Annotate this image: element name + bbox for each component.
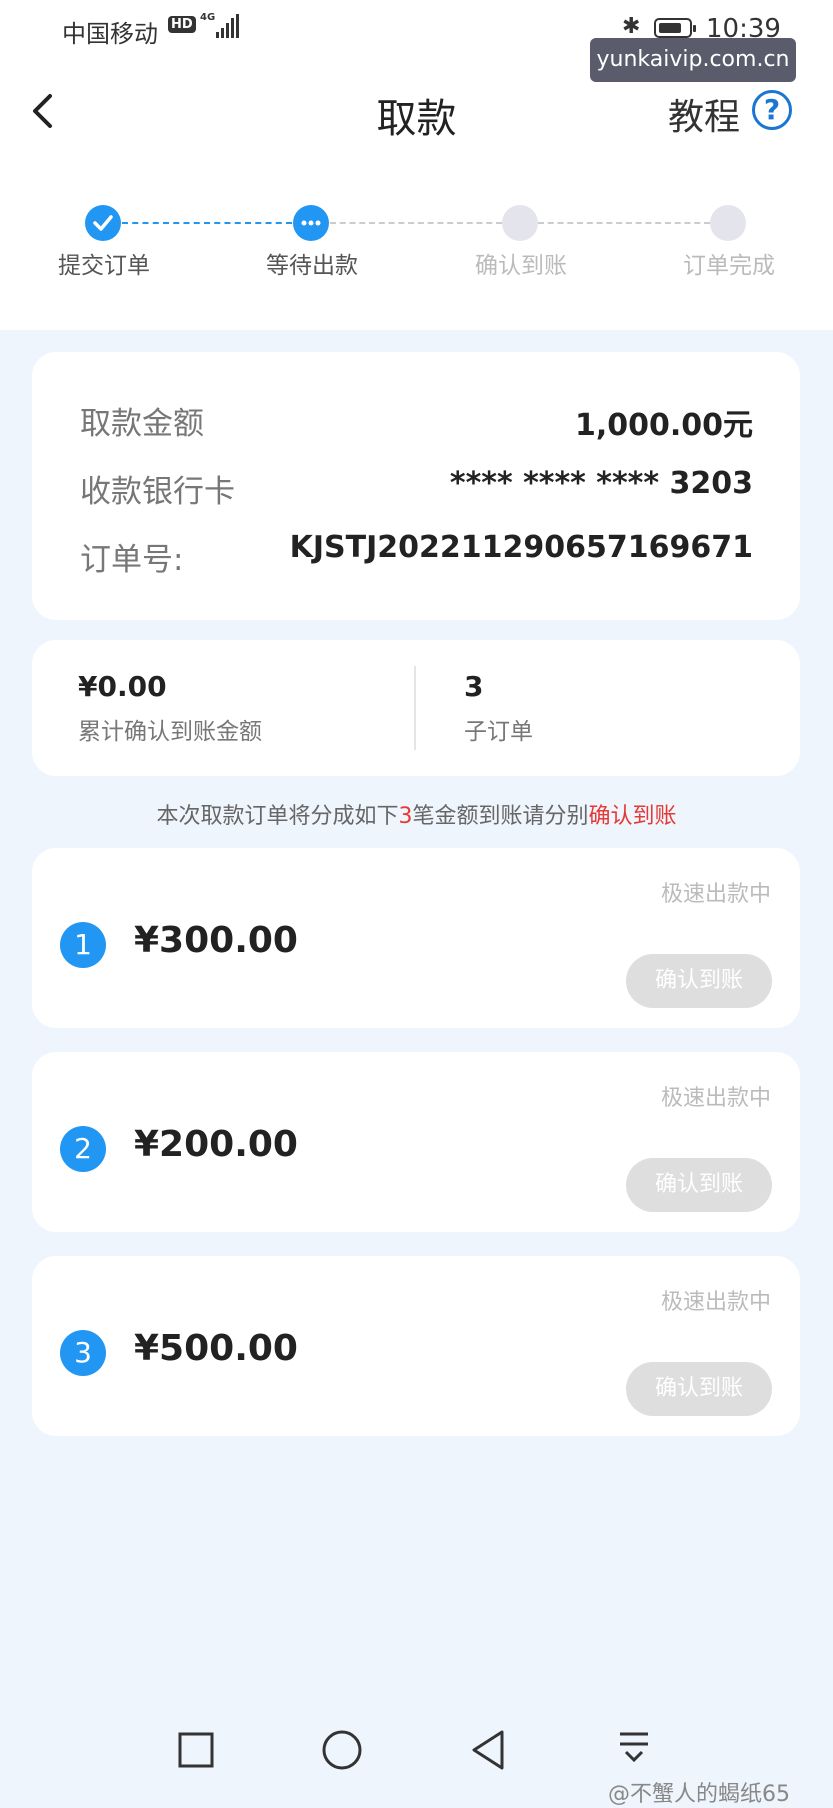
notice-text: 笔金额到账请分别 <box>412 804 589 829</box>
step-connector <box>122 222 292 224</box>
back-nav-icon[interactable] <box>468 1728 508 1772</box>
step-label: 等待出款 <box>266 253 358 279</box>
sub-order-number: 3 <box>60 1330 106 1376</box>
sub-order-count: 3 <box>464 670 484 703</box>
tutorial-link[interactable]: 教程 <box>668 88 740 140</box>
step-label: 确认到账 <box>475 253 567 279</box>
step-label: 提交订单 <box>58 253 150 279</box>
sub-order-label: 子订单 <box>464 719 533 745</box>
order-number-label: 订单号: <box>80 542 184 578</box>
confirmed-amount-label: 累计确认到账金额 <box>78 719 262 745</box>
signal-icon <box>216 14 240 38</box>
step-pending-icon <box>502 205 538 241</box>
step-label: 订单完成 <box>683 253 775 279</box>
notice-text: 本次取款订单将分成如下 <box>156 804 399 829</box>
sub-order-status: 极速出款中 <box>660 1290 771 1315</box>
carrier-name: 中国移动 <box>62 20 158 48</box>
hd-badge: HD <box>168 16 196 33</box>
bank-card-value: **** **** **** 3203 <box>449 466 753 501</box>
step-done-icon <box>85 205 121 241</box>
sub-order-status: 极速出款中 <box>660 882 771 907</box>
home-icon[interactable] <box>320 1728 364 1772</box>
summary-card <box>32 640 800 776</box>
help-icon[interactable]: ? <box>752 90 792 130</box>
split-notice: 本次取款订单将分成如下3笔金额到账请分别确认到账 <box>0 798 833 830</box>
confirm-receipt-button[interactable]: 确认到账 <box>626 1158 772 1212</box>
watermark-banner: yunkaivip.com.cn <box>590 38 796 82</box>
confirmed-amount: ¥0.00 <box>78 670 167 703</box>
bluetooth-icon: ✱ <box>622 14 641 39</box>
recent-apps-icon[interactable] <box>176 1730 216 1770</box>
notice-confirm-link[interactable]: 确认到账 <box>589 804 677 829</box>
menu-icon[interactable] <box>614 1726 654 1766</box>
sub-order-amount: ¥300.00 <box>134 920 298 961</box>
notice-count: 3 <box>398 804 413 829</box>
order-number-value: KJSTJ2022112906571696​71 <box>289 530 753 565</box>
step-current-icon <box>293 205 329 241</box>
sub-order-number: 2 <box>60 1126 106 1172</box>
step-connector <box>538 222 710 224</box>
network-type: 4G <box>200 12 216 23</box>
sub-order-number: 1 <box>60 922 106 968</box>
step-pending-icon <box>710 205 746 241</box>
amount-value: 1,000.00元 <box>574 408 753 443</box>
sub-order-amount: ¥200.00 <box>134 1124 298 1165</box>
battery-icon <box>654 18 696 38</box>
bank-card-label: 收款银行卡 <box>80 474 235 510</box>
confirm-receipt-button[interactable]: 确认到账 <box>626 1362 772 1416</box>
amount-label: 取款金额 <box>80 406 204 442</box>
confirm-receipt-button[interactable]: 确认到账 <box>626 954 772 1008</box>
sub-order-status: 极速出款中 <box>660 1086 771 1111</box>
credit-watermark: @不蟹人的蝎纸65 <box>608 1782 790 1807</box>
summary-divider <box>414 666 416 750</box>
sub-order-amount: ¥500.00 <box>134 1328 298 1369</box>
step-connector <box>330 222 502 224</box>
